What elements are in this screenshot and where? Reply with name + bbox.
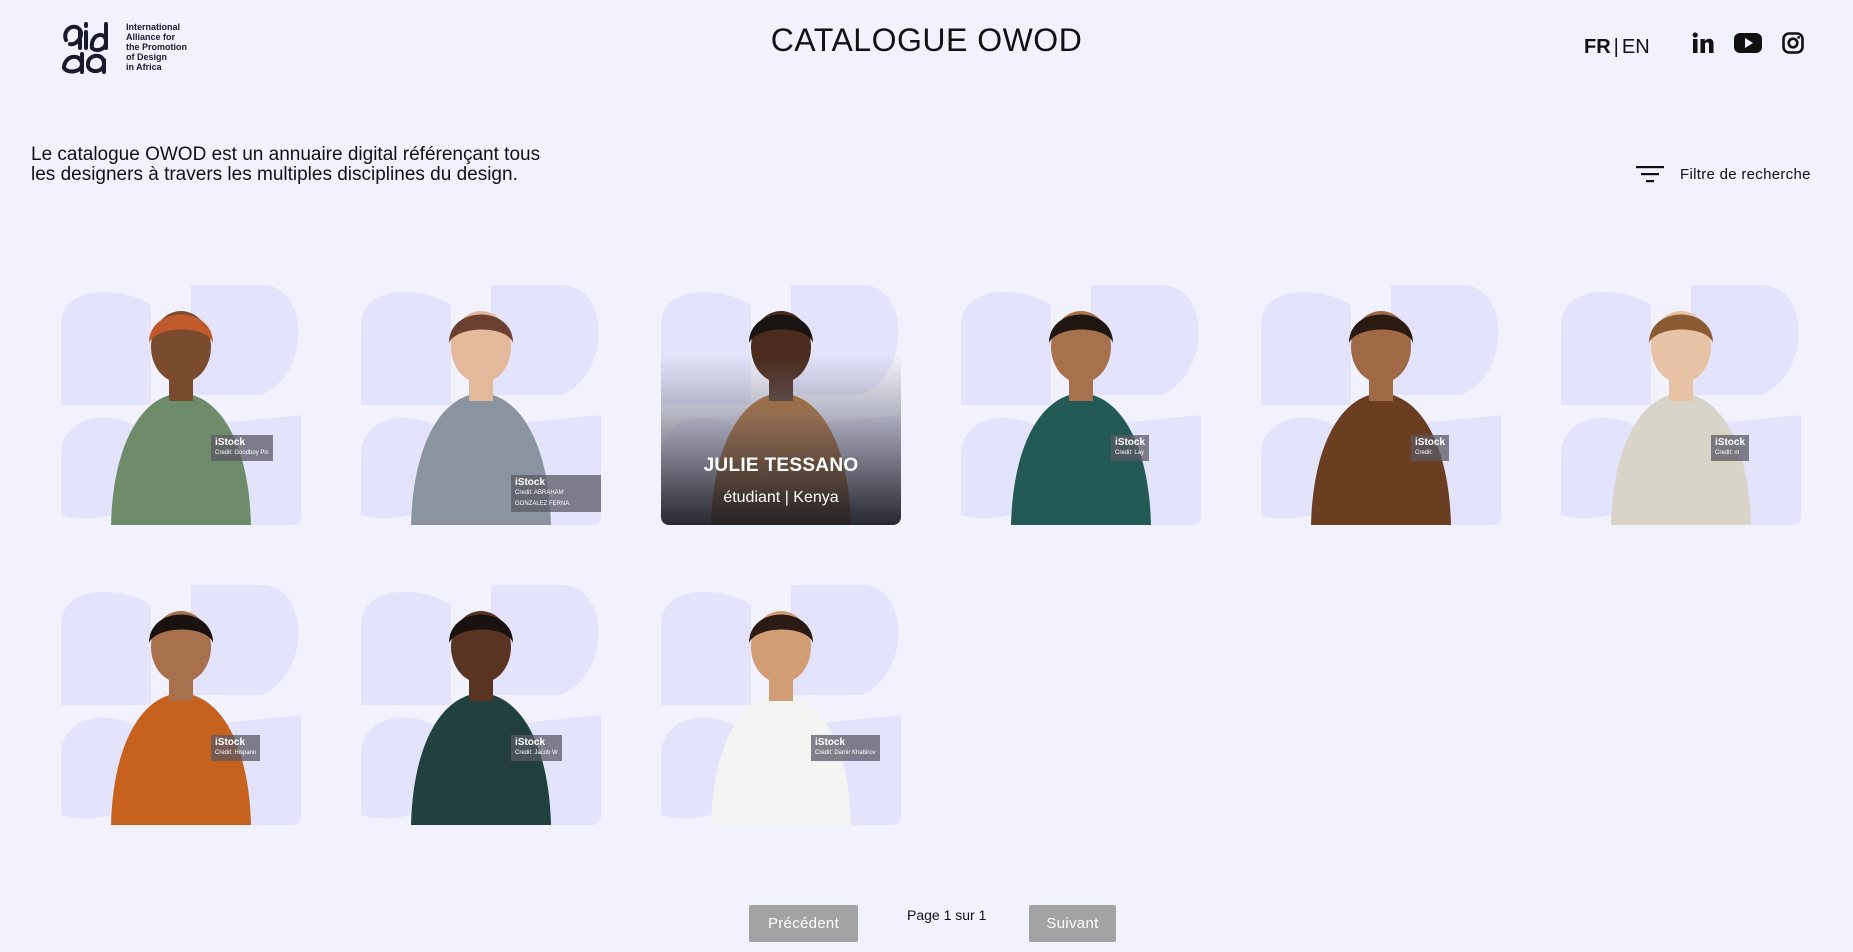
designer-photo xyxy=(711,611,851,825)
designer-card[interactable]: iStock Credit: Hispano xyxy=(61,585,301,825)
youtube-icon[interactable] xyxy=(1734,33,1762,53)
istock-label: iStock xyxy=(515,737,546,748)
instagram-icon[interactable] xyxy=(1782,32,1804,54)
istock-credit: Credit: Damir Khabirov xyxy=(815,750,876,756)
linkedin-icon[interactable] xyxy=(1692,32,1714,54)
istock-watermark: iStock Credit: Jacob W xyxy=(511,735,562,761)
designer-card[interactable]: iStock Credit: Jacob W xyxy=(361,585,601,825)
istock-credit: Credit: m xyxy=(1715,450,1740,456)
designer-role: étudiant | Kenya xyxy=(723,489,839,506)
language-switcher: FR | EN xyxy=(1584,36,1650,59)
designer-card[interactable]: iStock Credit: Lay xyxy=(961,285,1201,525)
page-info: Page 1 sur 1 xyxy=(907,907,987,923)
lang-fr-link[interactable]: FR xyxy=(1584,36,1611,58)
designer-photo xyxy=(1011,311,1151,525)
istock-watermark: iStock Credit: Goodboy Pic xyxy=(211,435,273,461)
istock-credit: Credit: Hispano xyxy=(215,750,257,756)
search-filter-button[interactable]: Filtre de recherche xyxy=(1636,165,1811,183)
istock-credit: Credit: xyxy=(1415,450,1433,456)
designer-photo xyxy=(111,311,251,525)
istock-label: iStock xyxy=(815,737,846,748)
designer-photo xyxy=(411,611,551,825)
catalogue-description: Le catalogue OWOD est un annuaire digita… xyxy=(31,144,541,185)
istock-credit: Credit: Jacob W xyxy=(515,750,558,756)
istock-credit: Credit: Goodboy Pic xyxy=(215,450,269,456)
designer-card[interactable]: iStock Credit: ABRAHAM GONZALEZ FERNA xyxy=(361,285,601,525)
previous-button[interactable]: Précédent xyxy=(749,905,858,942)
designer-card[interactable]: JULIE TESSANO étudiant | Kenya xyxy=(661,285,901,525)
designer-name: JULIE TESSANO xyxy=(703,455,859,476)
istock-watermark: iStock Credit: xyxy=(1411,435,1450,461)
istock-watermark: iStock Credit: Damir Khabirov xyxy=(811,735,880,761)
istock-label: iStock xyxy=(1715,437,1746,448)
istock-credit: Credit: ABRAHAM GONZALEZ FERNA xyxy=(515,490,570,507)
designer-photo xyxy=(1311,311,1451,525)
istock-label: iStock xyxy=(215,737,246,748)
istock-watermark: iStock Credit: Hispano xyxy=(211,735,261,761)
designer-card[interactable]: iStock Credit: m xyxy=(1561,285,1801,525)
lang-en-link[interactable]: EN xyxy=(1622,36,1650,58)
page-title: CATALOGUE OWOD xyxy=(770,22,1083,58)
designer-card[interactable]: iStock Credit: xyxy=(1261,285,1501,525)
designer-card[interactable]: iStock Credit: Damir Khabirov xyxy=(661,585,901,825)
istock-watermark: iStock Credit: ABRAHAM GONZALEZ FERNA xyxy=(511,475,601,512)
istock-watermark: iStock Credit: m xyxy=(1711,435,1750,461)
istock-label: iStock xyxy=(1415,437,1446,448)
istock-credit: Credit: Lay xyxy=(1115,450,1145,456)
filter-label: Filtre de recherche xyxy=(1680,165,1811,183)
designer-photo xyxy=(111,611,251,825)
istock-label: iStock xyxy=(515,477,546,488)
logo-text-line: in Africa xyxy=(126,62,162,72)
lang-separator: | xyxy=(1613,36,1619,58)
filter-icon xyxy=(1636,166,1664,183)
istock-label: iStock xyxy=(215,437,246,448)
designer-card[interactable]: iStock Credit: Goodboy Pic xyxy=(61,285,301,525)
designer-photo xyxy=(1611,311,1751,525)
istock-label: iStock xyxy=(1115,437,1146,448)
next-button[interactable]: Suivant xyxy=(1029,905,1116,942)
istock-watermark: iStock Credit: Lay xyxy=(1111,435,1150,461)
